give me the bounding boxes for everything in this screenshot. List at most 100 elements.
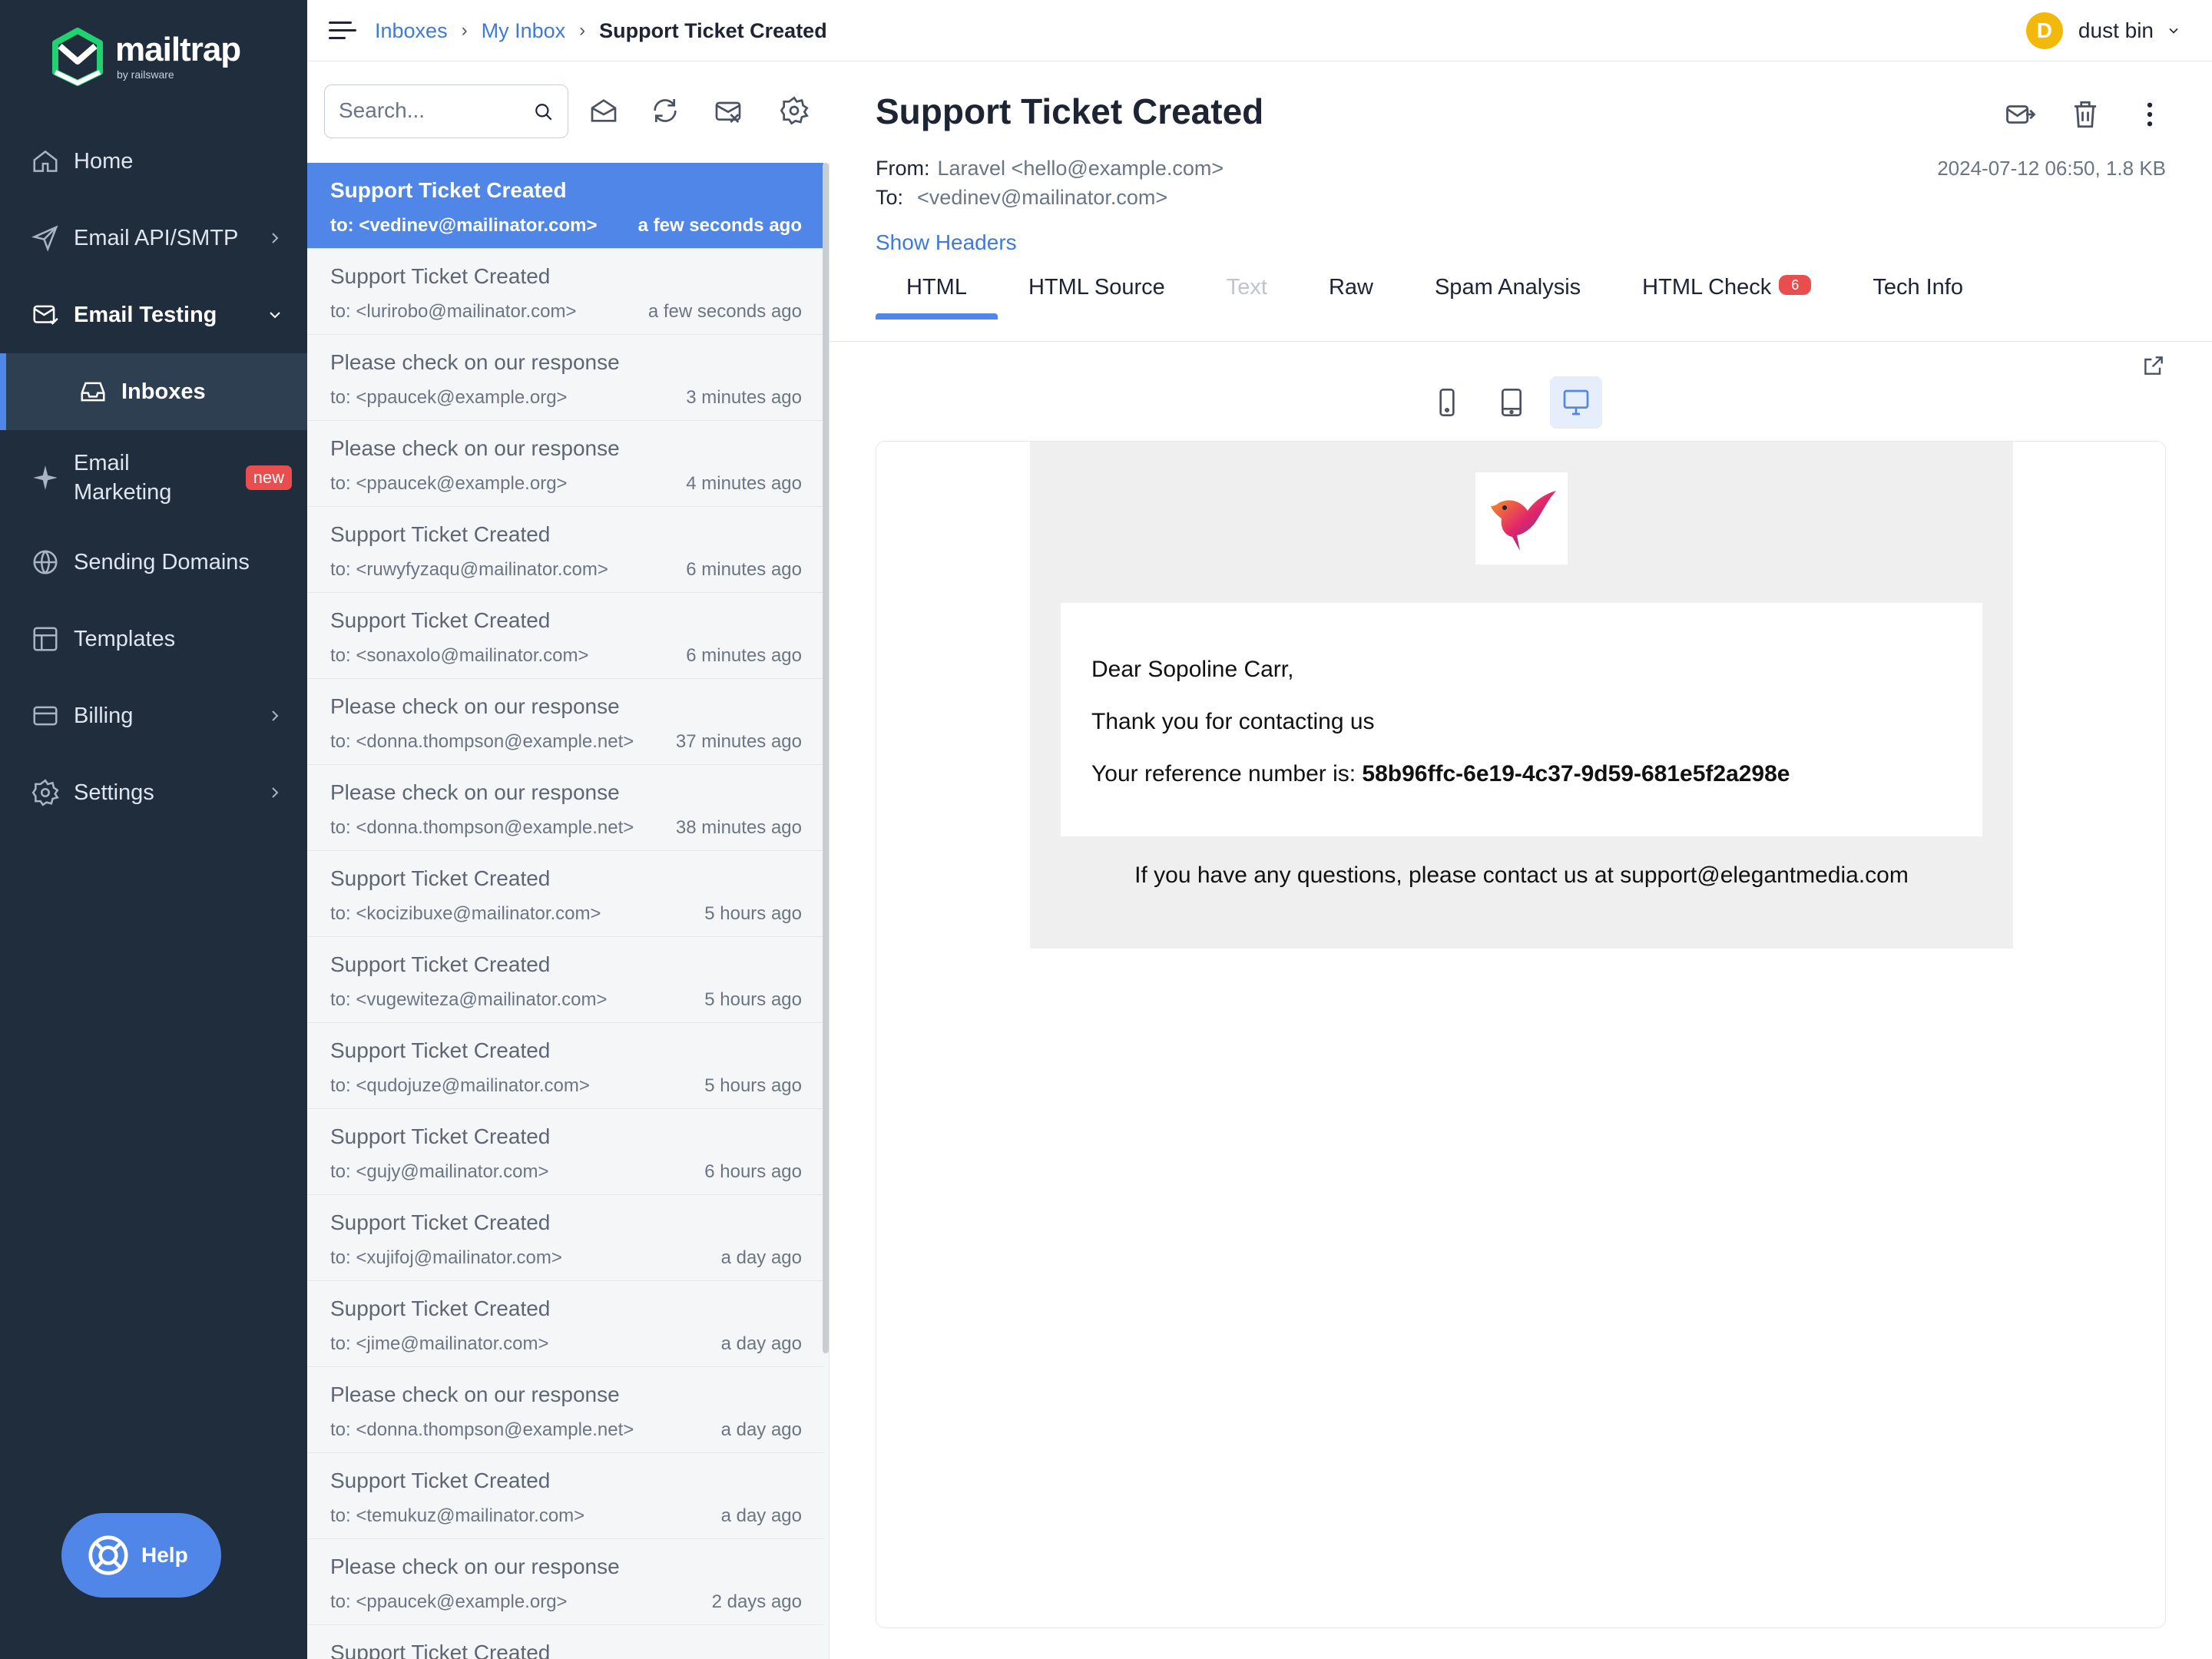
message-row[interactable]: Support Ticket Created to: <ruwyfyzaqu@ma… — [307, 507, 823, 593]
tab-html-source[interactable]: HTML Source — [998, 263, 1196, 312]
tab-html[interactable]: HTML — [876, 263, 998, 320]
breadcrumb-inboxes[interactable]: Inboxes — [375, 19, 448, 43]
nav-home[interactable]: Home — [0, 123, 307, 200]
send-icon — [31, 224, 60, 253]
tablet-icon — [1502, 389, 1522, 416]
message-row[interactable]: Support Ticket Created to: <jime@mailinat… — [307, 1281, 823, 1367]
tab-html-check[interactable]: HTML Check 6 — [1611, 263, 1842, 312]
tab-text-label: Text — [1226, 275, 1267, 300]
message-row[interactable]: Support Ticket Created to: <xujifoj@maili… — [307, 1195, 823, 1281]
message-row[interactable]: Please check on our response to: <ppaucek… — [307, 1539, 823, 1625]
message-subject: Support Ticket Created — [330, 1210, 551, 1234]
search-input[interactable] — [339, 85, 531, 136]
message-recipient: to: <temukuz@mailinator.com> — [330, 1505, 585, 1526]
template-icon — [31, 624, 60, 654]
chevron-down-icon — [270, 312, 280, 319]
date-size: 2024-07-12 06:50, 1.8 KB — [1937, 157, 2166, 180]
forward-icon[interactable] — [2005, 98, 2037, 131]
trash-icon[interactable] — [2069, 98, 2101, 131]
help-button[interactable]: Help — [61, 1513, 221, 1598]
nav-email-api[interactable]: Email API/SMTP — [0, 200, 307, 276]
nav-email-testing-label: Email Testing — [74, 302, 217, 327]
message-subject: Please check on our response — [330, 350, 620, 374]
more-icon[interactable] — [2134, 98, 2166, 131]
message-subject: Please check on our response — [330, 1382, 620, 1406]
tab-tech-info-label: Tech Info — [1873, 275, 1963, 300]
avatar: D — [2025, 12, 2063, 49]
inbox-icon — [78, 377, 108, 406]
tab-spam-analysis[interactable]: Spam Analysis — [1404, 263, 1611, 312]
nav-inboxes[interactable]: Inboxes — [0, 353, 307, 430]
home-icon — [31, 147, 60, 176]
message-subject: Support Ticket Created — [330, 178, 567, 202]
message-row[interactable]: Please check on our response to: <donna.t… — [307, 679, 823, 765]
message-row[interactable]: Support Ticket Created to: <vedinev@maili… — [307, 163, 823, 249]
message-row[interactable]: Support Ticket Created to: <temukuz@maili… — [307, 1453, 823, 1539]
search-box[interactable] — [324, 84, 568, 138]
reference-label: Your reference number is: — [1091, 761, 1363, 786]
logo-sub: by railsware — [117, 68, 174, 81]
mark-read-icon[interactable] — [588, 95, 619, 126]
lifebuoy-icon — [88, 1535, 128, 1575]
message-row[interactable]: Please check on our response to: <donna.t… — [307, 1367, 823, 1453]
mobile-view-button[interactable] — [1421, 376, 1473, 429]
nav-settings[interactable]: Settings — [0, 754, 307, 831]
message-time: 6 minutes ago — [686, 559, 802, 580]
message-row[interactable]: Please check on our response to: <ppaucek… — [307, 335, 823, 421]
user-menu[interactable]: D dust bin — [2025, 11, 2181, 51]
email-reference-line: Your reference number is: 58b96ffc-6e19-… — [1091, 761, 1790, 787]
monitor-icon — [1563, 389, 1589, 416]
message-row[interactable]: Support Ticket Created to: <vugewiteza@ma… — [307, 937, 823, 1023]
tab-raw[interactable]: Raw — [1298, 263, 1404, 312]
settings-icon[interactable] — [779, 95, 810, 126]
message-row[interactable]: Support Ticket Created — [307, 1625, 823, 1659]
message-detail: Support Ticket Created From: Laravel <hel… — [830, 61, 2212, 1659]
message-row[interactable]: Please check on our response to: <donna.t… — [307, 765, 823, 851]
nav-templates[interactable]: Templates — [0, 601, 307, 677]
tab-html-check-label: HTML Check — [1642, 275, 1772, 300]
nav-sending-domains[interactable]: Sending Domains — [0, 524, 307, 601]
breadcrumb-separator: › — [461, 20, 468, 41]
clear-inbox-icon[interactable] — [713, 95, 743, 126]
message-row[interactable]: Support Ticket Created to: <kocizibuxe@ma… — [307, 851, 823, 937]
to-line: To: <vedinev@mailinator.com> — [876, 186, 1167, 210]
nav-email-marketing[interactable]: Email Marketing new — [0, 439, 307, 516]
message-row[interactable]: Support Ticket Created to: <gujy@mailinat… — [307, 1109, 823, 1195]
external-link-icon[interactable] — [2141, 353, 2166, 378]
help-label: Help — [141, 1543, 188, 1567]
gear-icon — [31, 778, 60, 807]
message-recipient: to: <ruwyfyzaqu@mailinator.com> — [330, 559, 608, 580]
message-row[interactable]: Support Ticket Created to: <lurirobo@mail… — [307, 249, 823, 335]
menu-icon[interactable] — [329, 18, 356, 43]
message-subject: Support Ticket Created — [330, 866, 551, 890]
tabs-divider — [830, 341, 2212, 342]
globe-icon — [31, 548, 60, 577]
user-name: dust bin — [2078, 18, 2154, 42]
tab-tech-info[interactable]: Tech Info — [1842, 263, 1994, 312]
tab-html-source-label: HTML Source — [1028, 275, 1165, 300]
sidebar: mailtrap by railsware Home Email API/SMT… — [0, 0, 307, 1659]
message-row[interactable]: Support Ticket Created to: <sonaxolo@mail… — [307, 593, 823, 679]
tab-spam-analysis-label: Spam Analysis — [1434, 275, 1581, 300]
tablet-view-button[interactable] — [1485, 376, 1538, 429]
message-row[interactable]: Please check on our response to: <ppaucek… — [307, 421, 823, 507]
message-list-pane: Support Ticket Created to: <vedinev@maili… — [307, 61, 830, 1659]
nav-email-testing[interactable]: Email Testing — [0, 276, 307, 353]
message-recipient: to: <donna.thompson@example.net> — [330, 731, 634, 752]
desktop-view-button[interactable] — [1550, 376, 1602, 429]
from-value: Laravel <hello@example.com> — [937, 157, 1224, 180]
mailtrap-logo[interactable]: mailtrap by railsware — [51, 28, 241, 86]
refresh-icon[interactable] — [650, 95, 680, 126]
message-recipient: to: <ppaucek@example.org> — [330, 473, 568, 494]
list-scrollbar[interactable] — [823, 163, 829, 1353]
message-time: 6 minutes ago — [686, 645, 802, 666]
message-recipient: to: <ppaucek@example.org> — [330, 387, 568, 408]
message-row[interactable]: Support Ticket Created to: <qudojuze@mail… — [307, 1023, 823, 1109]
mailtrap-logo-icon — [52, 28, 103, 86]
breadcrumb-my-inbox[interactable]: My Inbox — [482, 19, 566, 43]
marketing-line2: Marketing — [74, 480, 172, 505]
message-subject: Support Ticket Created — [330, 522, 551, 546]
show-headers-link[interactable]: Show Headers — [876, 230, 1017, 255]
nav-billing[interactable]: Billing — [0, 677, 307, 754]
message-recipient: to: <donna.thompson@example.net> — [330, 1419, 634, 1440]
